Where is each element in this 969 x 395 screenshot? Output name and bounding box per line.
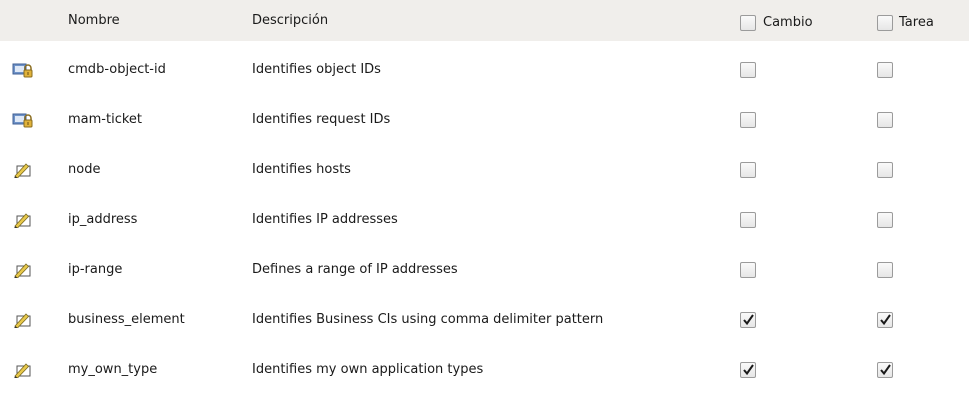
column-header-name[interactable]: Nombre (68, 13, 120, 29)
column-header-description[interactable]: Descripción (252, 13, 328, 29)
task-checkbox[interactable] (877, 162, 893, 178)
type-name: ip-range (68, 262, 123, 277)
table-header: Nombre Descripción Cambio Tarea (0, 0, 969, 41)
change-checkbox[interactable] (740, 212, 756, 228)
task-checkbox[interactable] (877, 262, 893, 278)
change-checkbox[interactable] (740, 312, 756, 328)
task-checkbox[interactable] (877, 112, 893, 128)
type-description: Defines a range of IP addresses (252, 262, 458, 277)
task-checkbox[interactable] (877, 362, 893, 378)
type-name: mam-ticket (68, 112, 143, 127)
change-checkbox[interactable] (740, 112, 756, 128)
table-row[interactable]: ip_address Identifies IP addresses (0, 195, 969, 245)
table-row[interactable]: mam-ticket Identifies request IDs (0, 95, 969, 145)
type-name: ip_address (68, 212, 138, 227)
column-header-task: Tarea (899, 15, 934, 30)
table-row[interactable]: node Identifies hosts (0, 145, 969, 195)
task-checkbox[interactable] (877, 312, 893, 328)
type-name: my_own_type (68, 362, 158, 377)
type-name: node (68, 162, 101, 177)
type-description: Identifies object IDs (252, 62, 381, 77)
change-checkbox[interactable] (740, 62, 756, 78)
type-description: Identifies my own application types (252, 362, 484, 377)
editable-type-icon (12, 262, 34, 279)
type-description: Identifies IP addresses (252, 212, 398, 227)
editable-type-icon (12, 362, 34, 379)
select-all-change-checkbox[interactable] (740, 15, 756, 31)
task-checkbox[interactable] (877, 62, 893, 78)
type-name: business_element (68, 312, 185, 327)
editable-type-icon (12, 162, 34, 179)
change-checkbox[interactable] (740, 262, 756, 278)
change-checkbox[interactable] (740, 362, 756, 378)
editable-type-icon (12, 312, 34, 329)
select-all-task-checkbox[interactable] (877, 15, 893, 31)
locked-type-icon (12, 62, 34, 78)
table-row[interactable]: ip-range Defines a range of IP addresses (0, 245, 969, 295)
table-row[interactable]: business_element Identifies Business CIs… (0, 295, 969, 345)
type-description: Identifies Business CIs using comma deli… (252, 312, 604, 327)
type-description: Identifies hosts (252, 162, 351, 177)
task-checkbox[interactable] (877, 212, 893, 228)
type-name: cmdb-object-id (68, 62, 166, 77)
table-row[interactable]: cmdb-object-id Identifies object IDs (0, 45, 969, 95)
table-row[interactable]: my_own_type Identifies my own applicatio… (0, 345, 969, 395)
editable-type-icon (12, 212, 34, 229)
locked-type-icon (12, 112, 34, 128)
type-description: Identifies request IDs (252, 112, 391, 127)
column-header-change: Cambio (763, 15, 813, 30)
change-checkbox[interactable] (740, 162, 756, 178)
